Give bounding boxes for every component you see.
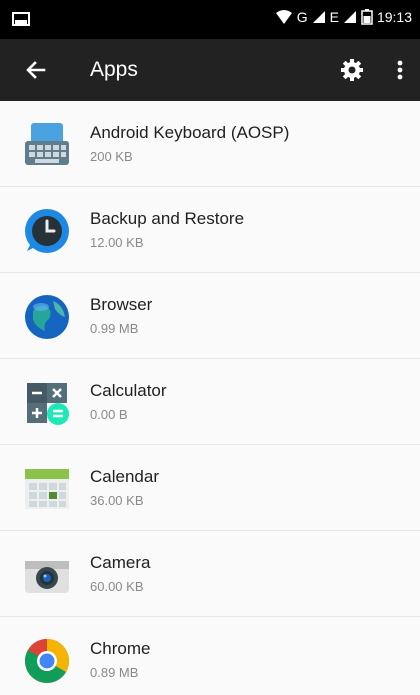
app-size: 36.00 KB [90, 493, 144, 508]
app-name: Backup and Restore [90, 209, 245, 228]
app-name: Camera [90, 553, 151, 572]
app-name: Chrome [90, 639, 151, 658]
calendar-icon [25, 469, 69, 509]
back-arrow-icon[interactable] [22, 56, 50, 84]
app-size: 0.99 MB [90, 321, 139, 336]
camera-icon [25, 561, 69, 593]
signal-icon [312, 11, 325, 23]
list-item-chrome[interactable]: Chrome 0.89 MB [0, 617, 420, 695]
calculator-icon [27, 383, 69, 425]
app-name: Calendar [90, 467, 159, 486]
status-time: 19:13 [376, 9, 412, 25]
app-size: 60.00 KB [90, 579, 144, 594]
list-item-android-keyboard[interactable]: Android Keyboard (AOSP) 200 KB [0, 101, 420, 187]
battery-icon [361, 9, 373, 25]
wifi-icon [275, 10, 292, 24]
app-size: 0.00 B [90, 407, 128, 422]
app-size: 200 KB [90, 149, 133, 164]
app-list: Android Keyboard (AOSP) 200 KB Backup an… [0, 101, 420, 695]
network-type-label: G [296, 9, 308, 25]
list-item-calculator[interactable]: Calculator 0.00 B [0, 359, 420, 445]
chrome-icon [25, 639, 69, 683]
app-name: Browser [90, 295, 153, 314]
backup-restore-icon [25, 209, 69, 253]
more-vert-icon[interactable] [390, 56, 410, 84]
app-size: 12.00 KB [90, 235, 144, 250]
browser-globe-icon [25, 295, 69, 339]
app-bar: Apps [0, 39, 420, 101]
gear-icon[interactable] [338, 56, 366, 84]
list-item-browser[interactable]: Browser 0.99 MB [0, 273, 420, 359]
list-item-calendar[interactable]: Calendar 36.00 KB [0, 445, 420, 531]
status-icons: G E 19:13 [275, 9, 412, 25]
keyboard-icon [25, 123, 69, 165]
app-size: 0.89 MB [90, 665, 139, 680]
list-item-backup-restore[interactable]: Backup and Restore 12.00 KB [0, 187, 420, 273]
page-title: Apps [90, 58, 138, 81]
screenshot-notification-icon [12, 12, 30, 26]
status-bar: G E 19:13 [0, 0, 420, 39]
app-name: Calculator [90, 381, 167, 400]
network-type-label-2: E [329, 9, 339, 25]
app-name: Android Keyboard (AOSP) [90, 123, 290, 142]
list-item-camera[interactable]: Camera 60.00 KB [0, 531, 420, 617]
signal-icon-2 [343, 11, 356, 23]
